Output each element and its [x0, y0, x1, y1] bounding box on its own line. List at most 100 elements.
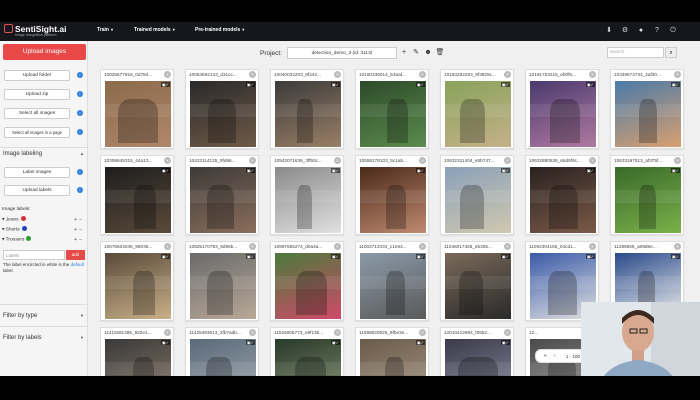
image-thumbnail[interactable]: ▣✓ — [360, 81, 426, 147]
image-thumbnail[interactable]: ▣✓ — [105, 81, 171, 147]
image-card[interactable]: 10676604036_98035... × ▣✓ — [100, 241, 174, 321]
image-thumbnail[interactable]: ▣✓ — [615, 81, 681, 147]
image-card[interactable]: 10825170793_9d96b... × ▣✓ — [185, 241, 259, 321]
labels-input[interactable]: Labels — [3, 250, 65, 260]
close-icon[interactable]: × — [504, 243, 511, 250]
image-card[interactable]: 10191753215_eb0f5... × ▣✓ — [525, 69, 599, 149]
label-color-dot[interactable] — [26, 236, 32, 241]
add-user-icon[interactable]: ☻ — [423, 48, 433, 58]
close-icon[interactable]: × — [504, 71, 511, 78]
label-controls[interactable]: +− — [74, 226, 84, 234]
upload-images-button[interactable]: Upload images — [3, 44, 86, 60]
info-icon[interactable]: i — [77, 72, 83, 78]
image-card[interactable]: 11411591386_922e1... × ▣✓ — [100, 327, 174, 376]
upload-labels-button[interactable]: Upload labels — [4, 185, 70, 196]
image-thumbnail[interactable]: ▣✓ — [105, 167, 171, 233]
info-icon[interactable]: i — [77, 187, 83, 193]
close-icon[interactable]: × — [249, 243, 256, 250]
image-card[interactable]: 10632311404_e5b747... × ▣✓ — [440, 155, 514, 235]
select-page-button[interactable]: Select all images in a page — [4, 127, 70, 138]
image-card[interactable]: 11002713333_c1e54... × ▣✓ — [355, 241, 429, 321]
image-card[interactable]: 11425493613_2fb7adb... × ▣✓ — [185, 327, 259, 376]
image-thumbnail[interactable]: ▣✓ — [275, 167, 341, 233]
image-labeling-section[interactable]: Image labeling ▲ — [0, 147, 88, 159]
nav-train[interactable]: Train ▾ — [97, 27, 113, 33]
label-color-dot[interactable] — [21, 226, 27, 231]
label-row-trousers[interactable]: ▾ Trousers +− — [2, 236, 86, 244]
upload-zip-button[interactable]: Upload zip — [4, 89, 70, 100]
close-icon[interactable]: × — [334, 329, 341, 336]
user-icon[interactable]: ● — [636, 26, 646, 36]
close-icon[interactable]: × — [589, 157, 596, 164]
image-thumbnail[interactable]: ▣✓ — [275, 253, 341, 319]
close-icon[interactable]: × — [589, 243, 596, 250]
close-icon[interactable]: × — [674, 71, 681, 78]
image-card[interactable]: 10897555274_d0a4a... × ▣✓ — [270, 241, 344, 321]
image-thumbnail[interactable]: ▣✓ — [360, 339, 426, 376]
nav-trained-models[interactable]: Trained models ▾ — [134, 27, 175, 33]
search-input[interactable]: search — [607, 47, 664, 58]
image-card[interactable]: 10558178103_5c1ab... × ▣✓ — [355, 155, 429, 235]
close-icon[interactable]: × — [674, 243, 681, 250]
label-controls[interactable]: +− — [74, 236, 84, 244]
image-thumbnail[interactable]: ▣✓ — [105, 339, 171, 376]
close-icon[interactable]: × — [419, 157, 426, 164]
help-icon[interactable]: ? — [652, 26, 662, 36]
select-all-button[interactable]: Select all images — [4, 108, 70, 119]
image-thumbnail[interactable]: ▣✓ — [275, 339, 341, 376]
gear-icon[interactable]: ⚙ — [620, 26, 630, 36]
image-thumbnail[interactable]: ▣✓ — [445, 339, 511, 376]
image-thumbnail[interactable]: ▣✓ — [190, 81, 256, 147]
image-card[interactable]: 10025677916_0d784... × ▣✓ — [100, 69, 174, 149]
image-thumbnail[interactable]: ▣✓ — [360, 167, 426, 233]
trash-icon[interactable]: 🗑 — [435, 48, 445, 58]
default-link[interactable]: default — [71, 262, 85, 267]
image-card[interactable]: 10160336014_53aaf... × ▣✓ — [355, 69, 429, 149]
close-icon[interactable]: × — [249, 71, 256, 78]
project-select[interactable]: detection_demo_3 (id: 4113) — [287, 47, 397, 59]
info-icon[interactable]: i — [77, 110, 83, 116]
filter-by-type-section[interactable]: Filter by type ▼ — [0, 304, 88, 326]
download-icon[interactable]: ⬇ — [604, 26, 614, 36]
upload-folder-button[interactable]: Upload folder — [4, 70, 70, 81]
image-thumbnail[interactable]: ▣✓ — [530, 167, 596, 233]
label-color-dot[interactable] — [20, 216, 26, 221]
nav-pretrained-models[interactable]: Pre-trained models ▾ — [195, 27, 244, 33]
label-images-button[interactable]: Label images — [4, 167, 70, 178]
close-icon[interactable]: × — [164, 71, 171, 78]
image-card[interactable]: 10183292253_9f3829c... × ▣✓ — [440, 69, 514, 149]
image-card[interactable]: 10040034203_8f242... × ▣✓ — [270, 69, 344, 149]
add-icon[interactable]: + — [399, 48, 409, 58]
close-icon[interactable]: × — [504, 329, 511, 336]
close-icon[interactable]: × — [504, 157, 511, 164]
close-icon[interactable]: × — [164, 243, 171, 250]
image-card[interactable]: 10633197513_af375f... × ▣✓ — [610, 155, 684, 235]
image-card[interactable]: 10422114125_9fd66... × ▣✓ — [185, 155, 259, 235]
info-icon[interactable]: i — [77, 169, 83, 175]
image-card[interactable]: 10542071636_3ff50c... × ▣✓ — [270, 155, 344, 235]
close-icon[interactable]: × — [419, 71, 426, 78]
image-thumbnail[interactable]: ▣✓ — [445, 253, 511, 319]
close-icon[interactable]: × — [164, 329, 171, 336]
close-icon[interactable]: × — [249, 329, 256, 336]
logout-icon[interactable]: ⏻ — [668, 26, 678, 36]
image-thumbnail[interactable]: ▣✓ — [190, 253, 256, 319]
image-thumbnail[interactable]: ▣✓ — [530, 81, 596, 147]
image-card[interactable]: 10358645315_44a13... × ▣✓ — [100, 155, 174, 235]
image-card[interactable]: 10054692143_d31cc... × ▣✓ — [185, 69, 259, 149]
image-thumbnail[interactable]: ▣✓ — [445, 81, 511, 147]
close-icon[interactable]: × — [334, 157, 341, 164]
image-thumbnail[interactable]: ▣✓ — [275, 81, 341, 147]
image-thumbnail[interactable]: ▣✓ — [615, 167, 681, 233]
label-controls[interactable]: +− — [74, 216, 84, 224]
close-icon[interactable]: × — [674, 157, 681, 164]
info-icon[interactable]: i — [77, 129, 83, 135]
image-card[interactable]: 12010412894_f0652... × ▣✓ — [440, 327, 514, 376]
image-thumbnail[interactable]: ▣✓ — [445, 167, 511, 233]
prev-page-icon[interactable]: ‹ — [554, 353, 556, 359]
image-card[interactable]: 11598020925_9fbe3e... × ▣✓ — [355, 327, 429, 376]
close-icon[interactable]: × — [249, 157, 256, 164]
first-page-icon[interactable]: « — [544, 353, 547, 359]
label-row-shorts[interactable]: ▾ Shorts +− — [2, 226, 86, 234]
image-card[interactable]: 10632880536_66d5f9c... × ▣✓ — [525, 155, 599, 235]
